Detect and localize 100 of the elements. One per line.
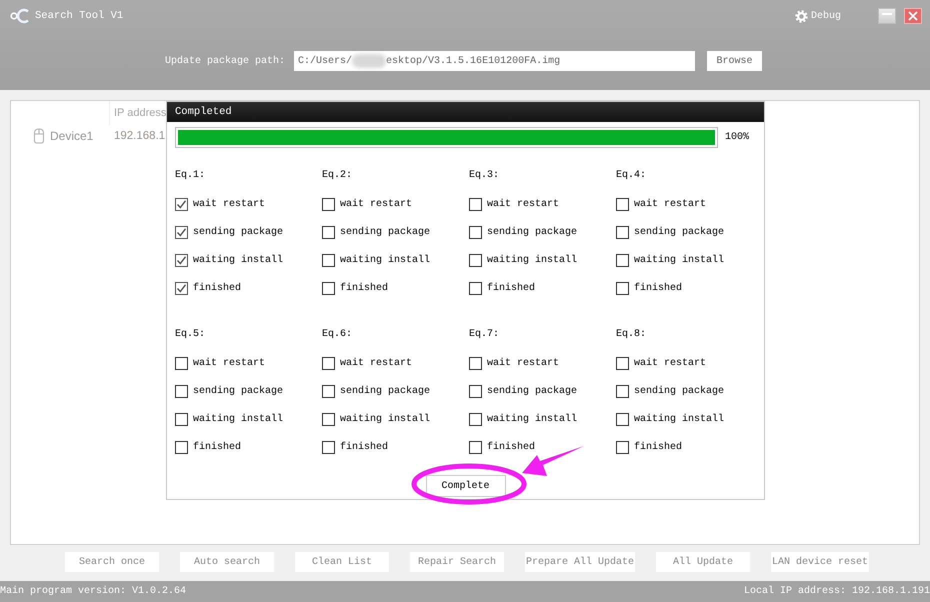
checkbox[interactable] xyxy=(469,198,482,210)
step-label: waiting install xyxy=(193,254,284,266)
checkbox[interactable] xyxy=(175,440,188,454)
action-button[interactable]: Prepare All Update xyxy=(525,552,636,572)
checkbox[interactable] xyxy=(616,356,629,370)
checkbox[interactable] xyxy=(175,254,188,266)
step-label: sending package xyxy=(487,386,578,396)
step-label: finished xyxy=(634,282,682,294)
checkbox[interactable] xyxy=(616,412,629,426)
device-icon xyxy=(33,128,45,144)
browse-button[interactable]: Browse xyxy=(707,51,762,71)
checkbox[interactable] xyxy=(175,384,188,398)
step-label: finished xyxy=(487,282,536,294)
column-header: IP address xyxy=(113,106,166,121)
checkbox[interactable] xyxy=(322,384,335,398)
equipment-label: Eq.5: xyxy=(175,328,206,342)
check-icon xyxy=(176,198,187,210)
step-label: wait restart xyxy=(340,358,412,368)
checkbox[interactable] xyxy=(616,226,629,238)
step-label: sending package xyxy=(340,226,430,238)
step-label: waiting install xyxy=(193,414,284,424)
checkbox[interactable] xyxy=(175,226,188,238)
checkbox[interactable] xyxy=(469,282,482,294)
table-cell-text: 192.168.1 xyxy=(113,130,166,142)
step-label: finished xyxy=(487,442,536,452)
checkbox[interactable] xyxy=(616,282,629,294)
step-label: waiting install xyxy=(340,254,430,266)
step-label: wait restart xyxy=(193,198,266,210)
checkbox[interactable] xyxy=(175,282,188,294)
action-button[interactable]: All Update xyxy=(656,552,750,572)
checkbox[interactable] xyxy=(469,254,482,266)
equipment-label: Eq.6: xyxy=(322,328,354,342)
step-label: sending package xyxy=(340,386,430,396)
version-text: Main program version: V1.0.2.64 xyxy=(0,586,186,597)
equipment-label: Eq.3: xyxy=(469,169,500,183)
action-button[interactable]: LAN device reset xyxy=(771,552,870,572)
settings-icon xyxy=(794,10,808,22)
equipment-label: Eq.2: xyxy=(322,169,354,183)
checkbox[interactable] xyxy=(322,440,335,454)
equipment-label: Eq.1: xyxy=(175,169,206,183)
close-button[interactable] xyxy=(904,8,922,24)
step-label: waiting install xyxy=(634,254,724,266)
dialog-title: Completed xyxy=(175,106,232,118)
path-label: Update package path: xyxy=(165,56,286,66)
step-label: finished xyxy=(193,442,242,452)
step-label: sending package xyxy=(634,386,724,396)
action-button[interactable]: Clean List xyxy=(295,552,389,572)
equipment-label: Eq.4: xyxy=(616,169,648,183)
step-label: waiting install xyxy=(487,254,578,266)
close-icon xyxy=(908,11,918,21)
checkbox[interactable] xyxy=(616,440,629,454)
step-label: finished xyxy=(634,442,682,452)
checkbox[interactable] xyxy=(469,440,482,454)
window-title: Search Tool V1 xyxy=(35,10,124,22)
step-label: finished xyxy=(340,282,388,294)
checkbox[interactable] xyxy=(175,356,188,370)
action-button[interactable]: Search once xyxy=(65,552,159,572)
step-label: waiting install xyxy=(340,414,430,424)
checkbox[interactable] xyxy=(469,356,482,370)
table-cell: Device1 xyxy=(50,129,94,143)
step-label: wait restart xyxy=(340,198,412,210)
check-icon xyxy=(176,226,187,238)
step-label: wait restart xyxy=(487,198,560,210)
checkbox[interactable] xyxy=(322,198,335,210)
debug-button[interactable]: Debug xyxy=(794,10,841,22)
step-label: finished xyxy=(193,282,242,294)
check-icon xyxy=(176,254,187,266)
checkbox[interactable] xyxy=(322,254,335,266)
progress-percent: 100% xyxy=(725,132,750,143)
checkbox[interactable] xyxy=(469,412,482,426)
checkbox[interactable] xyxy=(322,226,335,238)
equipment-label: Eq.7: xyxy=(469,328,500,342)
local-ip-text: Local IP address: 192.168.1.191 xyxy=(744,586,930,597)
checkbox[interactable] xyxy=(322,282,335,294)
checkbox[interactable] xyxy=(175,412,188,426)
blurred-patch xyxy=(352,54,386,68)
step-label: sending package xyxy=(193,386,284,396)
checkbox[interactable] xyxy=(469,226,482,238)
step-label: sending package xyxy=(193,226,284,238)
action-button[interactable]: Auto search xyxy=(180,552,274,572)
path-field[interactable]: C:/Users/ esktop/V3.1.5.16E101200FA.img xyxy=(294,51,696,71)
step-label: wait restart xyxy=(634,358,706,368)
equipment-label: Eq.8: xyxy=(616,328,648,342)
cloud-logo-icon xyxy=(9,7,31,25)
check-icon xyxy=(176,282,187,294)
checkbox[interactable] xyxy=(175,198,188,210)
step-label: sending package xyxy=(487,226,578,238)
checkbox[interactable] xyxy=(322,412,335,426)
complete-button[interactable]: Complete xyxy=(426,475,506,497)
step-label: wait restart xyxy=(193,358,266,368)
step-label: wait restart xyxy=(487,358,560,368)
step-label: finished xyxy=(340,442,388,452)
action-button[interactable]: Repair Search xyxy=(410,552,504,572)
step-label: sending package xyxy=(634,226,724,238)
checkbox[interactable] xyxy=(616,254,629,266)
checkbox[interactable] xyxy=(616,198,629,210)
checkbox[interactable] xyxy=(469,384,482,398)
step-label: wait restart xyxy=(634,198,706,210)
checkbox[interactable] xyxy=(616,384,629,398)
checkbox[interactable] xyxy=(322,356,335,370)
